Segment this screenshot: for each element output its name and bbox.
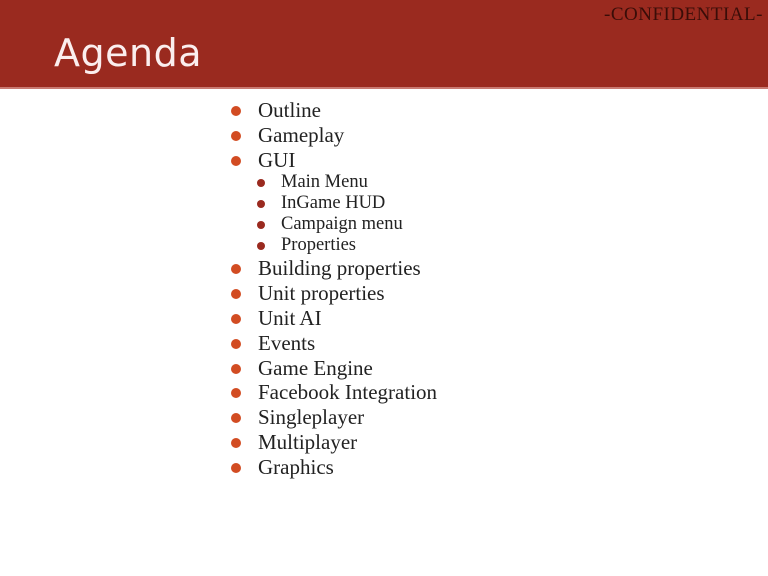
agenda-item-label: Singleplayer — [258, 405, 365, 430]
agenda-item-label: Game Engine — [258, 355, 373, 380]
agenda-item: Unit properties — [228, 281, 437, 306]
bullet-icon — [231, 130, 241, 141]
agenda-item: Events — [228, 331, 437, 356]
agenda-item-label: Facebook Integration — [258, 380, 438, 405]
agenda-item: Singleplayer — [228, 405, 437, 430]
sub-bullet-icon — [257, 179, 265, 188]
agenda-item: Building properties — [228, 256, 437, 281]
agenda-item-label: Building properties — [258, 256, 421, 281]
agenda-item: Facebook Integration — [228, 380, 437, 405]
bullet-icon — [231, 313, 241, 324]
agenda-subitem-label: Main Menu — [281, 172, 368, 193]
sub-bullet-icon — [257, 242, 265, 251]
slide-title: Agenda — [54, 31, 202, 75]
agenda-subitem: Properties — [228, 235, 437, 256]
agenda-item: Unit AI — [228, 306, 437, 331]
bullet-icon — [231, 155, 241, 166]
agenda-item: Multiplayer — [228, 430, 437, 455]
agenda-item: GUI — [228, 148, 437, 173]
agenda-item-label: Outline — [258, 98, 321, 122]
bullet-icon — [231, 338, 241, 349]
bullet-icon — [231, 413, 241, 424]
sub-bullet-icon — [257, 200, 265, 209]
bullet-icon — [231, 289, 241, 300]
agenda-item-label: Unit AI — [258, 305, 322, 330]
agenda-item: Game Engine — [228, 356, 437, 381]
agenda-item-label: GUI — [258, 147, 296, 172]
agenda-subitem-label: InGame HUD — [281, 193, 386, 214]
agenda-item-label: Multiplayer — [258, 429, 358, 454]
agenda-subitem-label: Campaign menu — [281, 214, 403, 235]
bullet-icon — [231, 363, 241, 374]
bullet-icon — [231, 388, 241, 399]
agenda-list: Outline Gameplay GUI Main Menu InGame HU… — [228, 98, 437, 480]
sub-bullet-icon — [257, 221, 265, 230]
bullet-icon — [231, 462, 241, 473]
agenda-subitem: Main Menu — [228, 172, 437, 193]
agenda-item-label: Events — [258, 330, 316, 355]
agenda-item: Graphics — [228, 455, 437, 480]
title-bar-divider — [0, 87, 768, 89]
agenda-item: Outline — [228, 98, 437, 123]
agenda-item-label: Gameplay — [258, 122, 345, 147]
agenda-item: Gameplay — [228, 123, 437, 148]
bullet-icon — [231, 264, 241, 275]
agenda-subitem: Campaign menu — [228, 214, 437, 235]
agenda-item-label: Graphics — [258, 454, 334, 479]
agenda-subitem-label: Properties — [281, 235, 357, 256]
agenda-subitem: InGame HUD — [228, 193, 437, 214]
bullet-icon — [231, 437, 241, 448]
confidential-label: -CONFIDENTIAL- — [604, 4, 763, 25]
bullet-icon — [231, 106, 241, 116]
agenda-item-label: Unit properties — [258, 281, 385, 306]
